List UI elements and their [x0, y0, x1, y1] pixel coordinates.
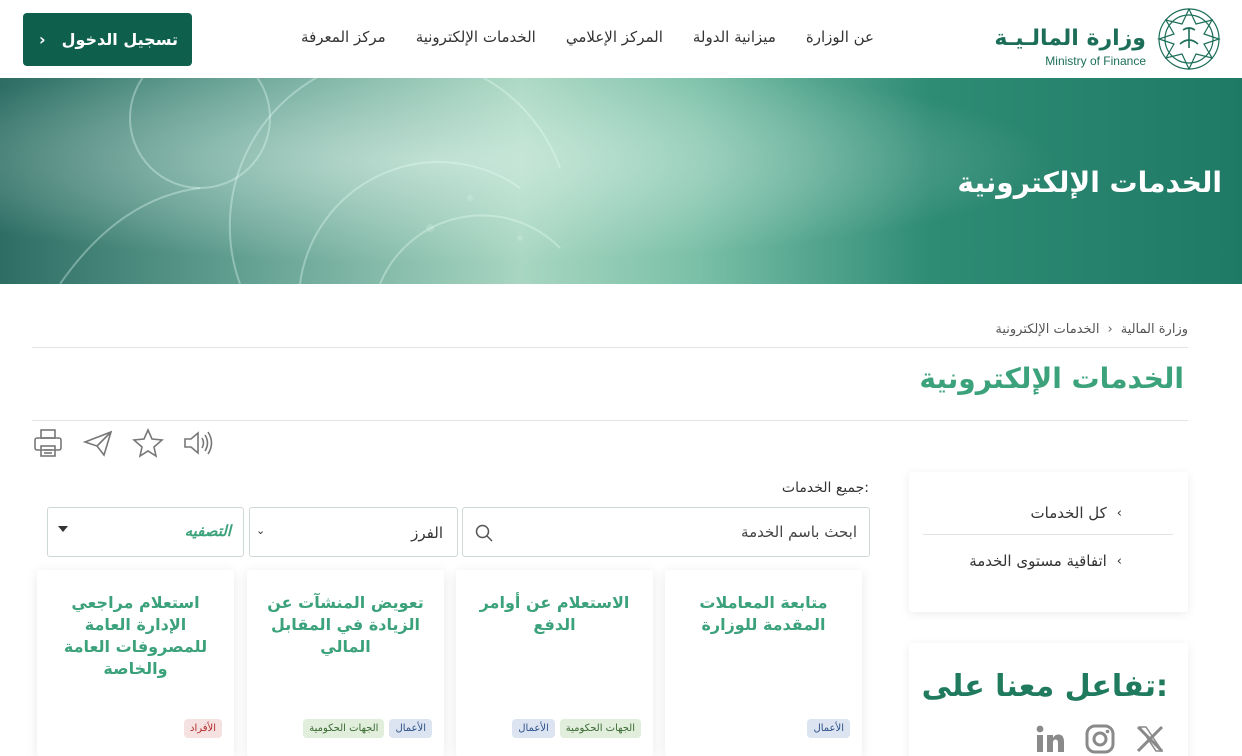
breadcrumb: وزارة المالية › الخدمات الإلكترونية — [995, 322, 1188, 337]
tag-business: الأعمال — [512, 719, 555, 738]
service-tags: الجهات الحكومية الأعمال — [512, 719, 641, 738]
send-icon[interactable] — [82, 428, 114, 458]
tag-government: الجهات الحكومية — [559, 719, 641, 738]
caret-down-icon — [58, 526, 68, 532]
divider — [923, 534, 1173, 535]
tag-business: الأعمال — [807, 719, 850, 738]
tag-government: الجهات الحكومية — [303, 719, 385, 738]
service-card-title: تعويض المنشآت عن الزيادة في المقابل الما… — [267, 593, 424, 656]
engage-title: تفاعل معنا على: — [921, 669, 1168, 704]
tag-business: الأعمال — [389, 719, 432, 738]
breadcrumb-current: الخدمات الإلكترونية — [995, 322, 1100, 337]
search-input[interactable] — [497, 508, 857, 556]
nav-budget[interactable]: ميزانية الدولة — [693, 28, 776, 46]
all-services-label: جميع الخدمات: — [781, 480, 869, 496]
service-card-title: الاستعلام عن أوامر الدفع — [479, 593, 630, 634]
print-icon[interactable] — [32, 428, 64, 458]
main-nav: عن الوزارة ميزانية الدولة المركز الإعلام… — [301, 28, 874, 46]
divider — [32, 347, 1188, 348]
linkedin-icon[interactable] — [1034, 723, 1066, 755]
breadcrumb-home[interactable]: وزارة المالية — [1121, 322, 1188, 337]
nav-media-center[interactable]: المركز الإعلامي — [566, 28, 663, 46]
service-card[interactable]: تعويض المنشآت عن الزيادة في المقابل الما… — [247, 570, 444, 756]
engage-box: تفاعل معنا على: — [909, 643, 1188, 756]
x-icon[interactable] — [1134, 723, 1166, 755]
divider — [32, 420, 1188, 421]
sidebar-item-label: اتفاقية مستوى الخدمة — [969, 552, 1107, 570]
logo-english-text: Ministry of Finance — [1045, 54, 1146, 68]
page-title: الخدمات الإلكترونية — [919, 362, 1184, 395]
speaker-icon[interactable] — [182, 428, 214, 458]
instagram-icon[interactable] — [1084, 723, 1116, 755]
filter-select[interactable]: التصفيه — [47, 507, 244, 557]
emblem-icon — [1157, 7, 1221, 71]
search-icon[interactable] — [475, 524, 493, 542]
service-tags: الأعمال الجهات الحكومية — [303, 719, 432, 738]
filter-value: التصفيه — [184, 522, 231, 540]
service-card-title: متابعة المعاملات المقدمة للوزارة — [699, 593, 828, 634]
sort-select[interactable]: الفرز ⌄ — [249, 507, 458, 557]
login-button[interactable]: تسجيل الدخول ‹ — [23, 13, 192, 66]
login-label: تسجيل الدخول — [61, 30, 178, 49]
service-card[interactable]: استعلام مراجعي الإدارة العامة للمصروفات … — [37, 570, 234, 756]
nav-e-services[interactable]: الخدمات الإلكترونية — [416, 28, 536, 46]
service-tags: الأفراد — [183, 719, 222, 738]
chevron-down-icon: ⌄ — [256, 524, 266, 537]
sidebar-item-sla[interactable]: ‹ اتفاقية مستوى الخدمة — [969, 552, 1122, 570]
chevron-left-icon: ‹ — [1116, 505, 1122, 521]
nav-knowledge-center[interactable]: مركز المعرفة — [301, 28, 386, 46]
chevron-left-icon: › — [1107, 322, 1113, 337]
star-icon[interactable] — [132, 428, 164, 458]
page: وزارة المالـيـة Ministry of Finance عن ا… — [0, 0, 1242, 756]
sidebar-item-label: كل الخدمات — [1030, 504, 1107, 522]
page-tools — [32, 428, 214, 458]
sort-value: الفرز — [411, 524, 443, 542]
service-card-title: استعلام مراجعي الإدارة العامة للمصروفات … — [63, 593, 208, 678]
sidebar-item-all-services[interactable]: ‹ كل الخدمات — [1031, 504, 1123, 522]
top-header: وزارة المالـيـة Ministry of Finance عن ا… — [0, 0, 1242, 78]
search-box — [462, 507, 870, 557]
service-card[interactable]: متابعة المعاملات المقدمة للوزارة الأعمال — [665, 570, 862, 756]
tag-individuals: الأفراد — [183, 719, 222, 738]
service-tags: الأعمال — [807, 719, 850, 738]
chevron-left-icon: ‹ — [39, 30, 46, 49]
hero-banner: الخدمات الإلكترونية — [0, 78, 1242, 284]
social-links — [1034, 723, 1166, 755]
nav-about[interactable]: عن الوزارة — [806, 28, 874, 46]
chevron-left-icon: ‹ — [1116, 553, 1122, 569]
service-card[interactable]: الاستعلام عن أوامر الدفع الجهات الحكومية… — [456, 570, 653, 756]
ministry-logo[interactable]: وزارة المالـيـة Ministry of Finance — [994, 6, 1222, 72]
logo-arabic-text: وزارة المالـيـة — [994, 26, 1146, 51]
sidebar-menu: ‹ كل الخدمات ‹ اتفاقية مستوى الخدمة — [909, 472, 1188, 612]
hero-title: الخدمات الإلكترونية — [957, 166, 1222, 199]
